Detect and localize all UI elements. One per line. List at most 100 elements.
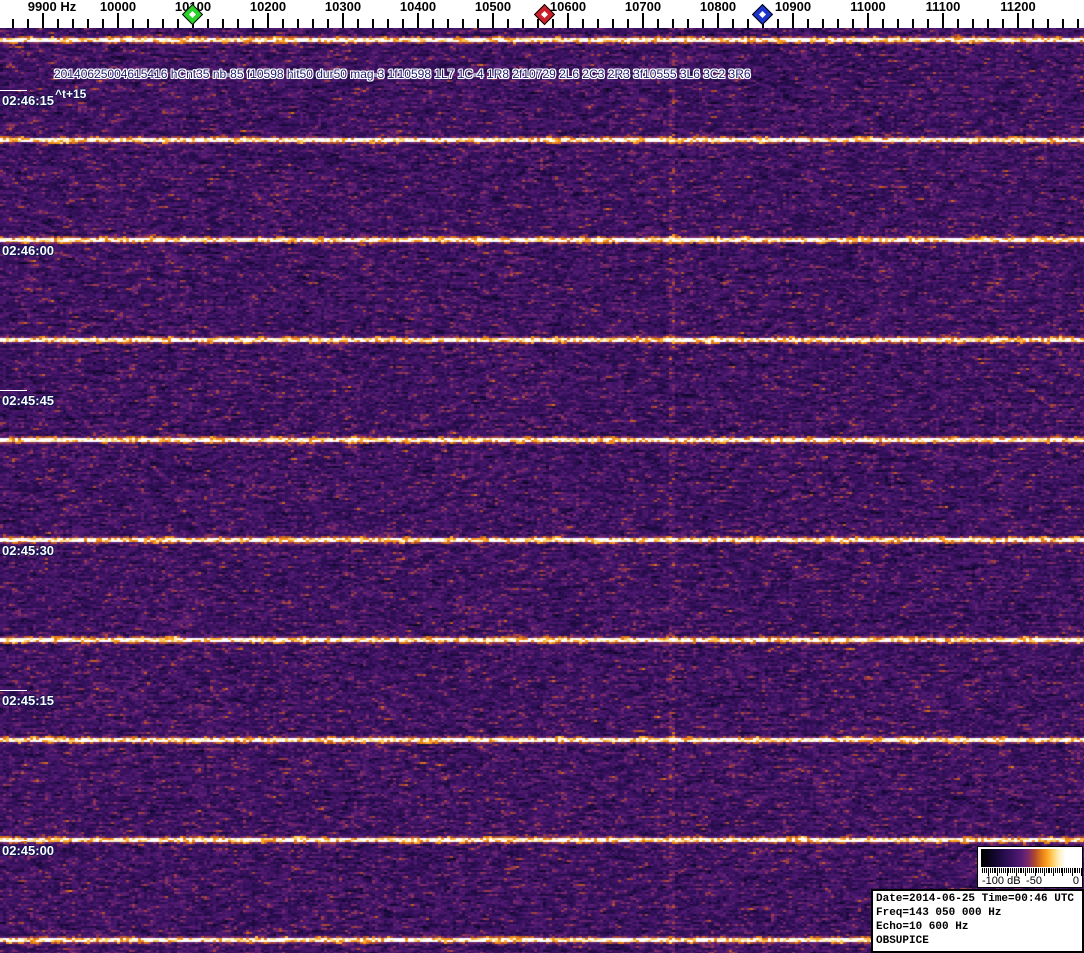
colorbar-tick xyxy=(1027,868,1029,873)
colorbar-tick xyxy=(1079,868,1081,873)
freq-major-tick xyxy=(717,13,719,28)
freq-minor-tick xyxy=(72,19,74,28)
freq-tick-label: 10500 xyxy=(474,0,512,14)
freq-minor-tick xyxy=(102,19,104,28)
freq-minor-tick xyxy=(402,19,404,28)
freq-tick-label: 10800 xyxy=(699,0,737,14)
colorbar-tick xyxy=(1045,868,1047,873)
freq-minor-tick xyxy=(552,19,554,28)
freq-minor-tick xyxy=(972,19,974,28)
colorbar-tick xyxy=(1023,868,1025,873)
freq-minor-tick xyxy=(162,19,164,28)
freq-minor-tick xyxy=(432,19,434,28)
freq-minor-tick xyxy=(387,19,389,28)
info-echo-line: Echo=10 600 Hz xyxy=(876,921,969,933)
freq-major-tick xyxy=(342,13,344,28)
freq-major-tick xyxy=(1017,13,1019,28)
freq-minor-tick xyxy=(1062,19,1064,28)
freq-minor-tick xyxy=(312,19,314,28)
freq-minor-tick xyxy=(672,19,674,28)
time-note: ^t+15 xyxy=(55,87,87,101)
freq-major-tick xyxy=(117,13,119,28)
freq-minor-tick xyxy=(207,19,209,28)
colorbar-tick xyxy=(1066,868,1068,873)
colorbar-tick xyxy=(1073,868,1075,873)
time-tick-line xyxy=(0,540,27,541)
freq-tick-label: 10000 xyxy=(99,0,137,14)
colorbar-tick xyxy=(1051,868,1053,873)
colorbar-tick xyxy=(1077,868,1079,873)
freq-tick-label: 10700 xyxy=(624,0,662,14)
freq-minor-tick xyxy=(1002,19,1004,28)
freq-minor-tick xyxy=(582,19,584,28)
colorbar-tick xyxy=(993,868,995,873)
freq-minor-tick xyxy=(822,19,824,28)
colorbar-tick xyxy=(1010,868,1012,873)
freq-minor-tick xyxy=(597,19,599,28)
colorbar-label-min: -100 dB xyxy=(982,875,1021,887)
colorbar-tick xyxy=(1075,868,1077,873)
time-tick-line xyxy=(0,390,27,391)
freq-minor-tick xyxy=(12,19,14,28)
freq-major-tick xyxy=(492,13,494,28)
freq-major-tick xyxy=(867,13,869,28)
freq-tick-label: 10900 xyxy=(774,0,812,14)
freq-minor-tick xyxy=(297,19,299,28)
freq-minor-tick xyxy=(657,19,659,28)
freq-major-tick xyxy=(267,13,269,28)
freq-minor-tick xyxy=(747,19,749,28)
freq-minor-tick xyxy=(132,19,134,28)
freq-minor-tick xyxy=(462,19,464,28)
time-label: 02:45:00 xyxy=(2,843,55,858)
freq-minor-tick xyxy=(687,19,689,28)
freq-minor-tick xyxy=(852,19,854,28)
colorbar-tick xyxy=(1028,868,1030,873)
colorbar-tick xyxy=(982,868,984,873)
freq-minor-tick xyxy=(27,19,29,28)
time-tick-line xyxy=(0,240,27,241)
colorbar-tick xyxy=(1067,868,1069,873)
time-tick-line xyxy=(0,90,27,91)
freq-minor-tick xyxy=(612,19,614,28)
freq-minor-tick xyxy=(87,19,89,28)
colorbar-tick xyxy=(1038,868,1040,873)
colorbar-tick xyxy=(1058,868,1060,873)
freq-minor-tick xyxy=(507,19,509,28)
freq-tick-label: 9900 Hz xyxy=(27,0,77,14)
colorbar-tick xyxy=(1004,868,1006,873)
spectrogram-waterfall xyxy=(0,28,1084,953)
time-label: 02:46:00 xyxy=(2,243,55,258)
colorbar-tick xyxy=(1021,868,1023,873)
time-tick-line xyxy=(0,690,27,691)
freq-minor-tick xyxy=(372,19,374,28)
freq-major-tick xyxy=(942,13,944,28)
freq-major-tick xyxy=(567,13,569,28)
time-label: 02:45:15 xyxy=(2,693,55,708)
freq-minor-tick xyxy=(522,19,524,28)
colorbar-tick xyxy=(1008,868,1010,873)
freq-tick-label: 10600 xyxy=(549,0,587,14)
marker-blue-diamond-icon[interactable] xyxy=(751,3,773,26)
station-info-box: Date=2014-06-25 Time=00:46 UTC Freq=143 … xyxy=(871,889,1084,953)
freq-minor-tick xyxy=(957,19,959,28)
colorbar-tick xyxy=(1014,868,1016,873)
freq-minor-tick xyxy=(222,19,224,28)
freq-minor-tick xyxy=(837,19,839,28)
freq-minor-tick xyxy=(477,19,479,28)
freq-minor-tick xyxy=(537,19,539,28)
freq-minor-tick xyxy=(1077,19,1079,28)
colorbar-tick xyxy=(1069,868,1071,873)
colorbar-label-mid: -50 xyxy=(1026,875,1042,887)
event-annotation: 20140625004615416 hCnt35 nb-85 f10598 hi… xyxy=(54,67,751,81)
freq-minor-tick xyxy=(237,19,239,28)
colorbar-tick xyxy=(1012,868,1014,873)
colorbar-tick xyxy=(984,868,986,873)
colorbar-tick xyxy=(1054,868,1056,873)
freq-tick-label: 11200 xyxy=(1000,0,1036,14)
colorbar-tick xyxy=(1041,868,1043,873)
freq-minor-tick xyxy=(807,19,809,28)
colorbar-tick xyxy=(1002,868,1004,873)
freq-major-tick xyxy=(42,13,44,28)
freq-tick-label: 11100 xyxy=(925,0,961,14)
freq-tick-label: 10200 xyxy=(249,0,287,14)
